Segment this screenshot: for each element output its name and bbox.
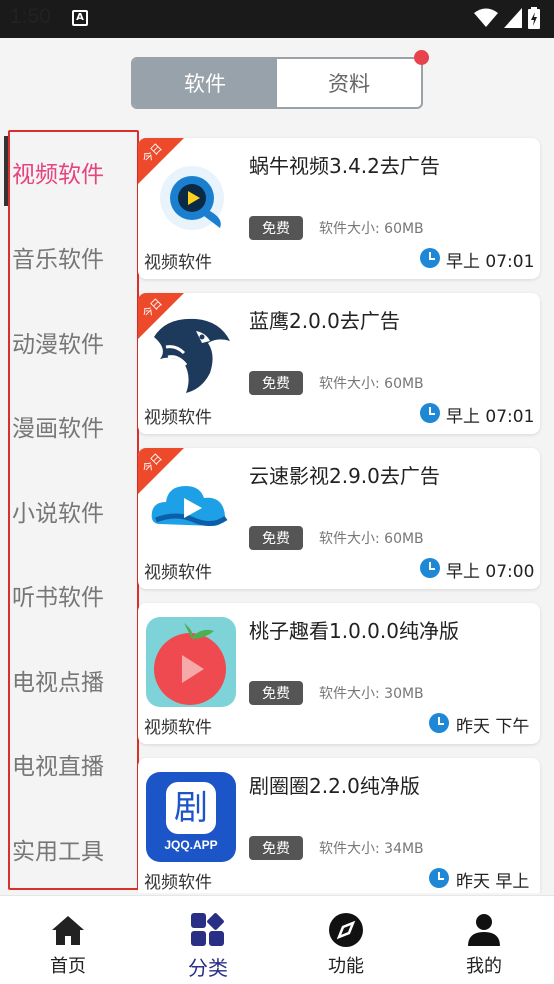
free-badge: 免费 bbox=[249, 371, 303, 395]
sidebar-item-anime[interactable]: 动漫软件 bbox=[0, 300, 132, 384]
app-size: 软件大小: 34MB bbox=[319, 841, 424, 857]
app-size: 软件大小: 60MB bbox=[319, 531, 424, 547]
bottom-nav: 首页 分类 功能 我的 bbox=[0, 895, 554, 984]
red-dot-badge bbox=[414, 50, 429, 65]
app-time: 昨天 早上 bbox=[456, 872, 530, 892]
clock-icon bbox=[429, 868, 449, 888]
status-bar: 1:50 A bbox=[0, 0, 554, 38]
today-ribbon: 今日 bbox=[138, 138, 188, 188]
user-icon bbox=[468, 914, 500, 946]
list-item[interactable]: 桃子趣看1.0.0.0纯净版 免费 软件大小: 30MB 视频软件 昨天 下午 bbox=[138, 603, 540, 744]
app-list: 今日 蜗牛视频3.4.2去广告 免费 软件大小: 60MB 视频软件 早上 07… bbox=[132, 128, 554, 893]
clock-icon bbox=[429, 713, 449, 733]
app-time: 早上 07:01 bbox=[446, 252, 535, 272]
sidebar-item-tools[interactable]: 实用工具 bbox=[0, 807, 132, 891]
today-ribbon: 今日 bbox=[138, 293, 188, 343]
list-item[interactable]: 剧 JQQ.APP 剧圈圈2.2.0纯净版 免费 软件大小: 34MB 视频软件… bbox=[138, 758, 540, 893]
app-category: 视频软件 bbox=[144, 873, 212, 893]
list-item[interactable]: 今日 蜗牛视频3.4.2去广告 免费 软件大小: 60MB 视频软件 早上 07… bbox=[138, 138, 540, 279]
app-category: 视频软件 bbox=[144, 408, 212, 428]
category-sidebar: 视频软件 音乐软件 动漫软件 漫画软件 小说软件 听书软件 电视点播 电视直播 … bbox=[0, 128, 132, 893]
clock-icon bbox=[420, 248, 440, 268]
list-item[interactable]: 今日 蓝鹰2.0.0去广告 免费 软件大小: 60MB 视频软件 早上 07:0… bbox=[138, 293, 540, 434]
app-time: 早上 07:01 bbox=[446, 407, 535, 427]
free-badge: 免费 bbox=[249, 526, 303, 550]
sidebar-item-video[interactable]: 视频软件 bbox=[0, 130, 132, 214]
free-badge: 免费 bbox=[249, 216, 303, 240]
app-title[interactable]: 桃子趣看1.0.0.0纯净版 bbox=[249, 615, 459, 644]
app-time: 昨天 下午 bbox=[456, 717, 530, 737]
status-time: 1:50 bbox=[10, 5, 51, 28]
sidebar-item-audiobook[interactable]: 听书软件 bbox=[0, 553, 132, 637]
app-size: 软件大小: 60MB bbox=[319, 376, 424, 392]
app-category: 视频软件 bbox=[144, 563, 212, 583]
app-title[interactable]: 剧圈圈2.2.0纯净版 bbox=[249, 770, 420, 799]
sidebar-item-tv-vod[interactable]: 电视点播 bbox=[0, 638, 132, 722]
sidebar-item-music[interactable]: 音乐软件 bbox=[0, 215, 132, 299]
free-badge: 免费 bbox=[249, 836, 303, 860]
nav-category[interactable]: 分类 bbox=[148, 896, 268, 984]
app-time: 早上 07:00 bbox=[446, 562, 535, 582]
tab-software[interactable]: 软件 bbox=[133, 59, 277, 107]
wifi-icon bbox=[474, 8, 498, 27]
sidebar-item-tv-live[interactable]: 电视直播 bbox=[0, 722, 132, 806]
signal-icon bbox=[504, 8, 522, 28]
compass-icon bbox=[329, 913, 363, 947]
free-badge: 免费 bbox=[249, 681, 303, 705]
list-item[interactable]: 今日 云速影视2.9.0去广告 免费 软件大小: 60MB 视频软件 早上 07… bbox=[138, 448, 540, 589]
nav-profile[interactable]: 我的 bbox=[424, 896, 544, 984]
app-title[interactable]: 蜗牛视频3.4.2去广告 bbox=[249, 150, 440, 179]
app-title[interactable]: 云速影视2.9.0去广告 bbox=[249, 460, 440, 489]
nav-home[interactable]: 首页 bbox=[8, 896, 128, 984]
segmented-control: 软件 资料 bbox=[131, 57, 423, 109]
notification-icon: A bbox=[72, 10, 88, 26]
clock-icon bbox=[420, 403, 440, 423]
app-category: 视频软件 bbox=[144, 718, 212, 738]
category-grid-icon bbox=[191, 913, 224, 946]
sidebar-item-comic[interactable]: 漫画软件 bbox=[0, 384, 132, 468]
header: 软件 资料 bbox=[0, 38, 554, 128]
nav-features[interactable]: 功能 bbox=[286, 896, 406, 984]
status-icons bbox=[474, 7, 540, 29]
app-size: 软件大小: 30MB bbox=[319, 686, 424, 702]
sidebar-item-novel[interactable]: 小说软件 bbox=[0, 469, 132, 553]
battery-icon bbox=[528, 7, 540, 29]
home-icon bbox=[52, 916, 84, 945]
app-title[interactable]: 蓝鹰2.0.0去广告 bbox=[249, 305, 400, 334]
today-ribbon: 今日 bbox=[138, 448, 188, 498]
jqq-icon: 剧 JQQ.APP bbox=[146, 772, 236, 862]
tab-materials[interactable]: 资料 bbox=[277, 59, 421, 107]
app-category: 视频软件 bbox=[144, 253, 212, 273]
clock-icon bbox=[420, 558, 440, 578]
peach-play-icon bbox=[146, 617, 236, 707]
app-size: 软件大小: 60MB bbox=[319, 221, 424, 237]
